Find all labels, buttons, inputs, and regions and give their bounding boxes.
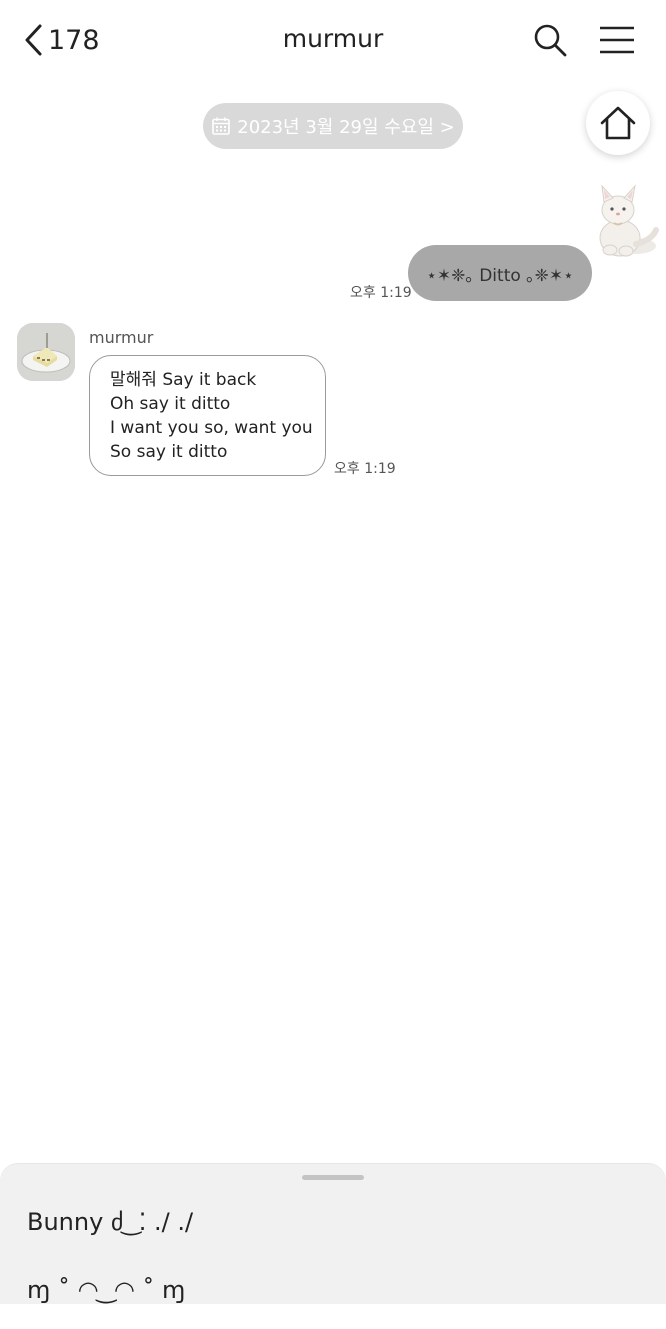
received-message-time: 오후 1:19 <box>334 461 396 477</box>
sent-message-time: 오후 1:19 <box>350 285 412 301</box>
back-button[interactable]: 178 <box>22 20 100 60</box>
chevron-left-icon <box>25 24 42 56</box>
bottom-strip <box>0 1304 666 1329</box>
sent-message-bubble[interactable]: ⋆✶❈｡ Ditto ｡❈✶⋆ <box>408 245 592 301</box>
sheet-drag-handle[interactable] <box>302 1175 364 1180</box>
message-line: Oh say it ditto <box>110 394 231 414</box>
home-button[interactable] <box>586 91 650 155</box>
message-line: I want you so, want you <box>110 418 313 438</box>
kaomoji-item[interactable]: ɱ ˚ ◠ ͜ ◠ ˚ ɱ <box>27 1276 185 1304</box>
unread-count: 178 <box>48 24 100 56</box>
home-icon <box>600 106 636 140</box>
sent-message-text: ⋆✶❈｡ Ditto ｡❈✶⋆ <box>426 265 574 286</box>
calendar-icon <box>212 117 231 135</box>
message-line: So say it ditto <box>110 442 228 462</box>
kitten-sticker[interactable] <box>574 178 660 264</box>
message-line: 말해줘 Say it back <box>110 370 257 390</box>
search-icon[interactable] <box>532 22 568 58</box>
top-bar: 178 murmur <box>0 0 666 80</box>
sender-name: murmur <box>89 328 154 347</box>
bottom-sheet: Bunny ძ ͜ ⁚ ./ ./ ɱ ˚ ◠ ͜ ◠ ˚ ɱ <box>0 1163 666 1304</box>
kaomoji-item[interactable]: Bunny ძ ͜ ⁚ ./ ./ <box>27 1208 193 1236</box>
avatar[interactable] <box>17 323 75 381</box>
cake-avatar-image <box>17 323 75 381</box>
date-divider[interactable]: 2023년 3월 29일 수요일 > <box>203 103 463 149</box>
chat-title: murmur <box>282 24 384 53</box>
received-message-bubble[interactable]: 말해줘 Say it back Oh say it ditto I want y… <box>89 355 326 476</box>
date-label: 2023년 3월 29일 수요일 > <box>237 117 455 138</box>
hamburger-menu-icon[interactable] <box>598 22 636 58</box>
